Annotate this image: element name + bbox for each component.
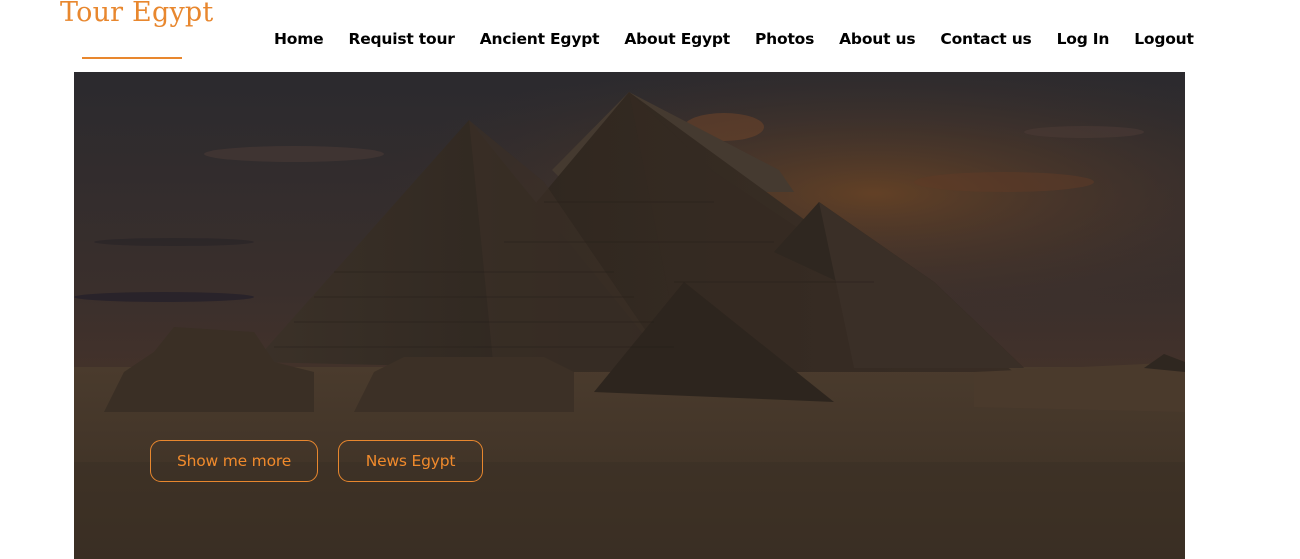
nav-about-egypt[interactable]: About Egypt [624,29,730,49]
nav-ancient-egypt[interactable]: Ancient Egypt [480,29,600,49]
nav-photos[interactable]: Photos [755,29,814,49]
giza-pyramids-image [74,72,1185,559]
nav-request-tour[interactable]: Requist tour [348,29,454,49]
nav-logout[interactable]: Logout [1134,29,1194,49]
nav-log-in[interactable]: Log In [1057,29,1110,49]
news-egypt-button[interactable]: News Egypt [338,440,483,482]
logo-underline [82,57,182,59]
show-me-more-button[interactable]: Show me more [150,440,318,482]
nav-about-us[interactable]: About us [839,29,915,49]
main-nav: Home Requist tour Ancient Egypt About Eg… [274,29,1194,49]
nav-home[interactable]: Home [274,29,324,49]
site-logo[interactable]: Tour Egypt [60,0,213,28]
hero-banner: Show me more News Egypt [74,72,1185,559]
nav-contact-us[interactable]: Contact us [940,29,1031,49]
